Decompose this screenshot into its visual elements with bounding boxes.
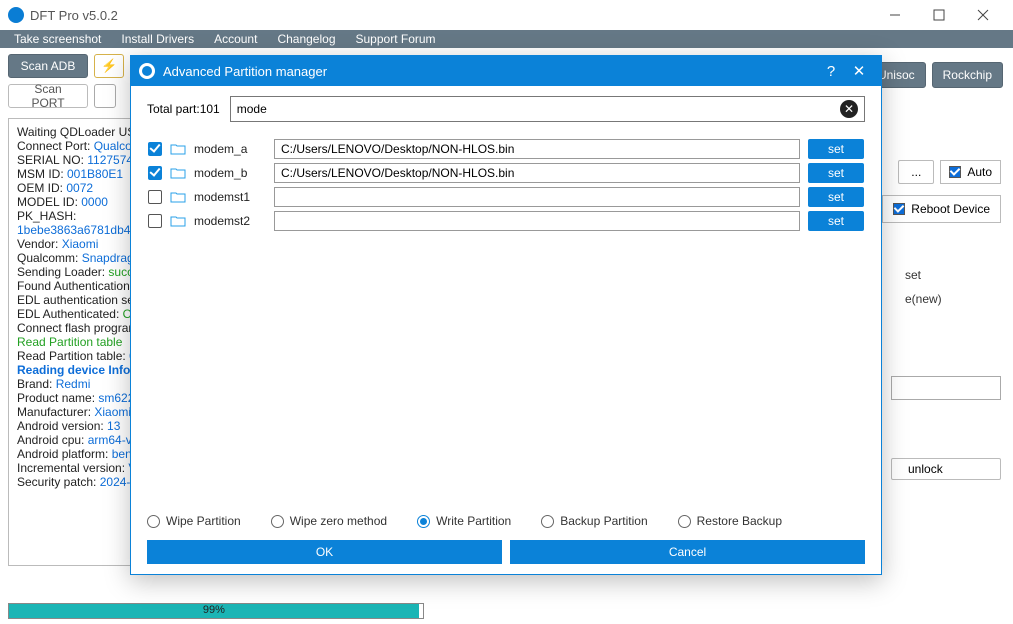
hint-new: e(new) bbox=[905, 292, 942, 306]
radio-option[interactable]: Restore Backup bbox=[678, 514, 782, 528]
radio-icon bbox=[147, 515, 160, 528]
radio-label: Backup Partition bbox=[560, 514, 647, 528]
partition-list: modem_asetmodem_bsetmodemst1setmodemst2s… bbox=[147, 136, 865, 234]
tab-rockchip[interactable]: Rockchip bbox=[932, 62, 1003, 88]
partition-checkbox[interactable] bbox=[148, 166, 162, 180]
partition-manager-dialog: Advanced Partition manager ? ✕ Total par… bbox=[130, 55, 882, 575]
radio-option[interactable]: Backup Partition bbox=[541, 514, 647, 528]
dialog-close-button[interactable]: ✕ bbox=[845, 62, 873, 80]
radio-label: Wipe zero method bbox=[290, 514, 387, 528]
radio-icon bbox=[678, 515, 691, 528]
dialog-help-button[interactable]: ? bbox=[817, 63, 845, 80]
partition-path-input[interactable] bbox=[274, 139, 800, 159]
set-button[interactable]: set bbox=[808, 139, 864, 159]
set-button[interactable]: set bbox=[808, 211, 864, 231]
reboot-device-option[interactable]: Reboot Device bbox=[882, 195, 1001, 223]
search-box[interactable]: ✕ bbox=[230, 96, 865, 122]
progress-label: 99% bbox=[203, 604, 225, 616]
menu-install-drivers[interactable]: Install Drivers bbox=[111, 32, 204, 46]
folder-icon[interactable] bbox=[170, 191, 186, 203]
radio-icon bbox=[541, 515, 554, 528]
menu-screenshot[interactable]: Take screenshot bbox=[4, 32, 111, 46]
minimize-button[interactable] bbox=[873, 1, 917, 29]
titlebar: DFT Pro v5.0.2 bbox=[0, 0, 1013, 30]
folder-icon[interactable] bbox=[170, 143, 186, 155]
radio-option[interactable]: Wipe Partition bbox=[147, 514, 241, 528]
partition-name: modem_b bbox=[194, 166, 266, 180]
hint-set: set bbox=[905, 268, 921, 282]
maximize-button[interactable] bbox=[917, 1, 961, 29]
partition-row: modemst2 set bbox=[148, 211, 864, 231]
progress-bar: 99% bbox=[8, 603, 424, 619]
menu-account[interactable]: Account bbox=[204, 32, 267, 46]
dialog-icon bbox=[139, 63, 155, 79]
menubar: Take screenshot Install Drivers Account … bbox=[0, 30, 1013, 48]
menu-changelog[interactable]: Changelog bbox=[267, 32, 345, 46]
auto-label: Auto bbox=[967, 165, 992, 179]
partition-name: modemst2 bbox=[194, 214, 266, 228]
partition-row: modem_b set bbox=[148, 163, 864, 183]
status-icon[interactable]: ⚡ bbox=[94, 54, 124, 78]
partition-path-input[interactable] bbox=[274, 187, 800, 207]
brand-tabs: Unisoc Rockchip bbox=[867, 62, 1003, 88]
browse-button[interactable]: ... bbox=[898, 160, 934, 184]
partition-checkbox[interactable] bbox=[148, 142, 162, 156]
partition-path-input[interactable] bbox=[274, 163, 800, 183]
window-title: DFT Pro v5.0.2 bbox=[30, 8, 873, 23]
dialog-titlebar: Advanced Partition manager ? ✕ bbox=[131, 56, 881, 86]
app-icon bbox=[8, 7, 24, 23]
ok-button[interactable]: OK bbox=[147, 540, 502, 564]
radio-option[interactable]: Write Partition bbox=[417, 514, 511, 528]
unlock-button[interactable]: unlock bbox=[891, 458, 1001, 480]
clear-search-icon[interactable]: ✕ bbox=[840, 100, 858, 118]
partition-checkbox[interactable] bbox=[148, 214, 162, 228]
operation-radios: Wipe Partition Wipe zero method Write Part… bbox=[147, 504, 865, 540]
text-input[interactable] bbox=[891, 376, 1001, 400]
partition-name: modem_a bbox=[194, 142, 266, 156]
dialog-title: Advanced Partition manager bbox=[163, 64, 817, 79]
close-button[interactable] bbox=[961, 1, 1005, 29]
search-input[interactable] bbox=[237, 102, 840, 116]
scan-port-button[interactable]: Scan PORT bbox=[8, 84, 88, 108]
partition-checkbox[interactable] bbox=[148, 190, 162, 204]
radio-icon bbox=[417, 515, 430, 528]
cancel-button[interactable]: Cancel bbox=[510, 540, 865, 564]
radio-label: Write Partition bbox=[436, 514, 511, 528]
folder-icon[interactable] bbox=[170, 215, 186, 227]
partition-row: modemst1 set bbox=[148, 187, 864, 207]
reboot-checkbox[interactable] bbox=[893, 203, 905, 215]
partition-name: modemst1 bbox=[194, 190, 266, 204]
partition-row: modem_a set bbox=[148, 139, 864, 159]
auto-checkbox[interactable] bbox=[949, 166, 961, 178]
radio-label: Wipe Partition bbox=[166, 514, 241, 528]
menu-support-forum[interactable]: Support Forum bbox=[346, 32, 446, 46]
aux-button[interactable] bbox=[94, 84, 116, 108]
set-button[interactable]: set bbox=[808, 187, 864, 207]
partition-path-input[interactable] bbox=[274, 211, 800, 231]
scan-adb-button[interactable]: Scan ADB bbox=[8, 54, 88, 78]
radio-icon bbox=[271, 515, 284, 528]
radio-option[interactable]: Wipe zero method bbox=[271, 514, 387, 528]
radio-label: Restore Backup bbox=[697, 514, 782, 528]
reboot-label: Reboot Device bbox=[911, 202, 990, 216]
set-button[interactable]: set bbox=[808, 163, 864, 183]
total-part-label: Total part:101 bbox=[147, 102, 220, 116]
folder-icon[interactable] bbox=[170, 167, 186, 179]
